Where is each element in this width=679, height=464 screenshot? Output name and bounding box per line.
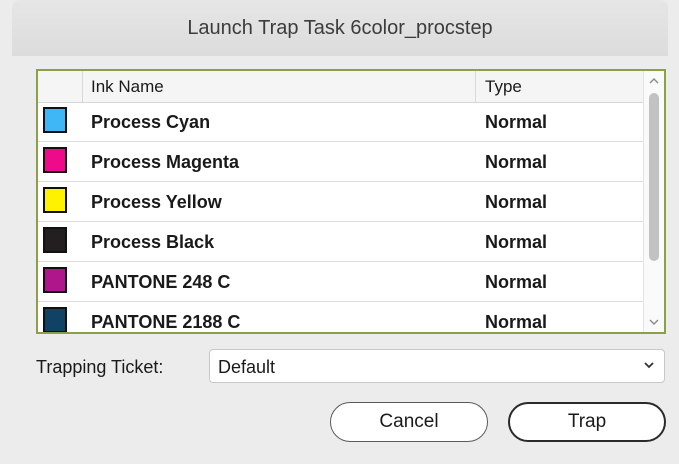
ink-color-swatch <box>43 147 67 173</box>
table-row[interactable]: PANTONE 2188 C Normal <box>38 302 644 332</box>
ink-color-swatch <box>43 267 67 293</box>
chevron-down-icon[interactable] <box>648 316 660 328</box>
dialog-body: Ink Name Type Process Cyan Normal Proces… <box>12 56 668 464</box>
trap-task-dialog: Launch Trap Task 6color_procstep Ink Nam… <box>0 0 679 464</box>
ink-name-cell: PANTONE 2188 C <box>91 312 241 332</box>
swatch-column-header <box>38 71 83 102</box>
ink-color-swatch <box>43 227 67 253</box>
ink-type-cell: Normal <box>485 312 548 332</box>
ink-color-swatch <box>43 107 67 133</box>
chevron-up-icon[interactable] <box>648 75 660 87</box>
trapping-ticket-select[interactable]: Default <box>209 349 665 383</box>
column-header-ink-name[interactable]: Ink Name <box>91 77 164 97</box>
ink-type-cell: Normal <box>485 112 548 132</box>
table-row[interactable]: Process Cyan Normal <box>38 102 644 142</box>
ink-name-cell: Process Yellow <box>91 192 222 212</box>
ink-type-cell: Normal <box>485 152 548 172</box>
ink-type-cell: Normal <box>485 192 548 212</box>
table-row[interactable]: Process Magenta Normal <box>38 142 644 182</box>
column-divider <box>475 71 476 102</box>
table-row[interactable]: Process Yellow Normal <box>38 182 644 222</box>
ink-name-cell: Process Magenta <box>91 152 240 172</box>
window-title: Launch Trap Task 6color_procstep <box>187 16 493 39</box>
vertical-scrollbar[interactable] <box>643 71 664 332</box>
column-header-type[interactable]: Type <box>485 77 522 97</box>
ink-table[interactable]: Ink Name Type Process Cyan Normal Proces… <box>36 69 666 334</box>
ink-rows: Process Cyan Normal Process Magenta Norm… <box>38 102 644 332</box>
trapping-ticket-value: Default <box>218 357 276 377</box>
trap-button[interactable]: Trap <box>508 402 666 442</box>
window-title-bar[interactable]: Launch Trap Task 6color_procstep <box>12 0 668 57</box>
table-row[interactable]: Process Black Normal <box>38 222 644 262</box>
ink-name-cell: PANTONE 248 C <box>91 272 231 292</box>
trapping-ticket-label: Trapping Ticket: <box>36 357 164 377</box>
ink-name-cell: Process Black <box>91 232 215 252</box>
table-row[interactable]: PANTONE 248 C Normal <box>38 262 644 302</box>
ink-color-swatch <box>43 187 67 213</box>
ink-name-cell: Process Cyan <box>91 112 211 132</box>
ink-type-cell: Normal <box>485 232 548 252</box>
table-header: Ink Name Type <box>38 71 644 103</box>
ink-type-cell: Normal <box>485 272 548 292</box>
scrollbar-thumb[interactable] <box>649 93 659 261</box>
cancel-button[interactable]: Cancel <box>330 402 488 442</box>
ink-color-swatch <box>43 307 67 332</box>
chevron-down-icon <box>642 355 656 380</box>
